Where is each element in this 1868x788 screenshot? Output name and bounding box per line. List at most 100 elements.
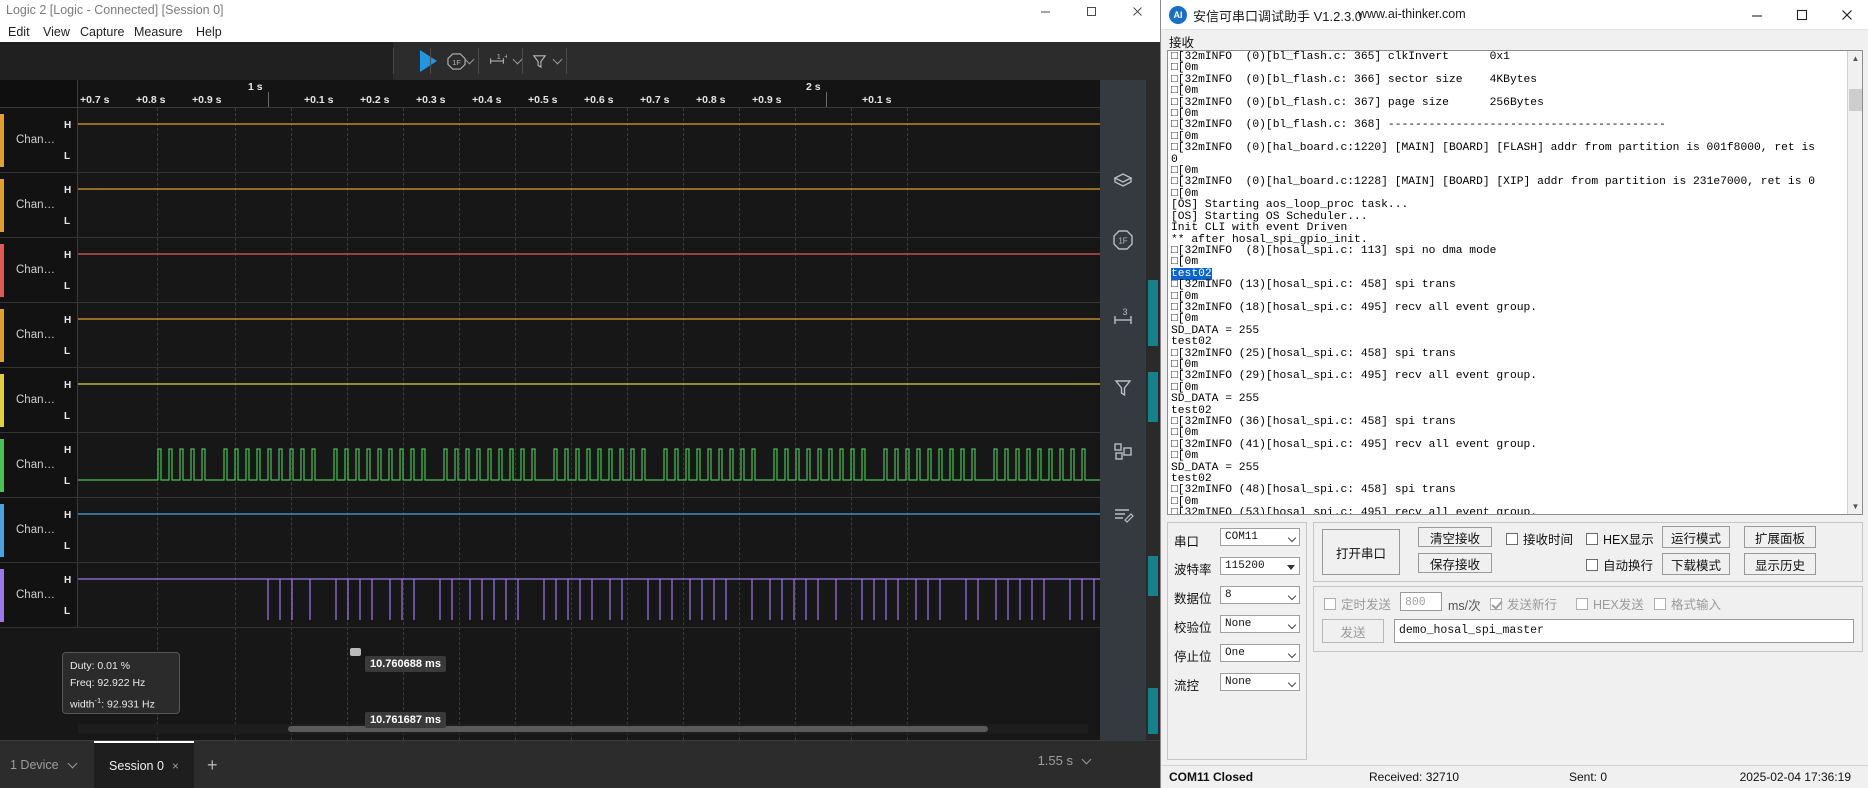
stopbits-select[interactable]: One xyxy=(1220,644,1300,662)
channel-name-label: Chan… xyxy=(16,458,55,471)
databits-label: 数据位 xyxy=(1174,592,1212,606)
channel-name-label: Chan… xyxy=(16,523,55,536)
close-icon[interactable] xyxy=(1114,0,1160,22)
send-newline-checkbox[interactable]: 发送新行 xyxy=(1490,594,1557,613)
send-text-input[interactable]: demo_hosal_spi_master xyxy=(1394,619,1854,643)
channel-color-indicator xyxy=(0,179,4,232)
minimap-strip[interactable] xyxy=(1146,80,1160,740)
port-select[interactable]: COM11 xyxy=(1220,528,1300,546)
channel-row[interactable]: Chan… H L xyxy=(0,238,1100,303)
maximize-icon[interactable] xyxy=(1779,0,1824,30)
parity-select[interactable]: None xyxy=(1220,615,1300,633)
channel-name-label: Chan… xyxy=(16,133,55,146)
channel-row[interactable]: Chan… H L xyxy=(0,368,1100,433)
hex-display-checkbox[interactable]: HEX显示 xyxy=(1586,529,1654,548)
log-line: □[0m xyxy=(1171,313,1199,326)
add-session-button[interactable]: + xyxy=(207,755,218,776)
send-interval-input[interactable]: 800 xyxy=(1400,592,1442,611)
tag-dropdown[interactable] xyxy=(548,46,562,76)
channel-gutter: Chan… H L xyxy=(0,563,78,628)
channel-row[interactable]: Chan… H L xyxy=(0,433,1100,498)
hex-send-checkbox[interactable]: HEX发送 xyxy=(1576,594,1644,613)
channel-row[interactable]: Chan… H L xyxy=(0,173,1100,238)
toolbar-divider xyxy=(393,48,394,74)
receive-textarea[interactable]: □[32mINFO (0)[bl_flash.c: 365] clkInvert… xyxy=(1167,50,1863,515)
send-button[interactable]: 发送 xyxy=(1322,619,1384,643)
log-line: SD_DATA = 255 xyxy=(1171,393,1260,406)
close-icon[interactable]: × xyxy=(172,759,179,773)
receive-scrollbar[interactable]: ▲ ▼ xyxy=(1847,51,1862,514)
run-mode-button[interactable]: 运行模式 xyxy=(1662,526,1730,548)
ruler-tick-label: +0.8 s xyxy=(696,94,726,106)
minimize-icon[interactable] xyxy=(1734,0,1779,30)
measurement-dropdown[interactable] xyxy=(508,46,522,76)
receive-scrollbar-thumb[interactable] xyxy=(1849,89,1862,111)
channel-name-label: Chan… xyxy=(16,328,55,341)
databits-select[interactable]: 8 xyxy=(1220,586,1300,604)
show-history-button[interactable]: 显示历史 xyxy=(1744,553,1816,575)
minimap-marker xyxy=(1148,688,1158,734)
expand-panel-button[interactable]: 扩展面板 xyxy=(1744,526,1816,548)
notes-icon[interactable] xyxy=(1111,502,1135,526)
channel-row[interactable]: Chan… H L xyxy=(0,563,1100,628)
auto-wrap-checkbox[interactable]: 自动换行 xyxy=(1586,555,1653,574)
flow-label: 流控 xyxy=(1174,679,1200,693)
timeline-ruler[interactable]: 1 s 2 s +0.7 s +0.8 s +0.9 s +0.1 s +0.2… xyxy=(0,80,1100,108)
maximize-icon[interactable] xyxy=(1068,0,1114,22)
capture-stack-icon[interactable] xyxy=(1111,168,1135,192)
menu-help[interactable]: Help xyxy=(196,24,222,40)
format-input-checkbox[interactable]: 格式输入 xyxy=(1654,594,1721,613)
channel-high-marker: H xyxy=(64,510,72,521)
menu-measure[interactable]: Measure xyxy=(134,24,183,40)
serial-titlebar: AI 安信可串口调试助手 V1.2.3.0 www.ai-thinker.com xyxy=(1161,0,1868,30)
channel-row[interactable]: Chan… H L xyxy=(0,498,1100,563)
selected-log-text: test02 xyxy=(1171,267,1212,280)
log-line: □[32mINFO (29)[hosal_spi.c: 495] recv al… xyxy=(1171,370,1538,383)
save-receive-button[interactable]: 保存接收 xyxy=(1418,553,1492,573)
svg-text:1: 1 xyxy=(497,52,501,61)
horizontal-scrollbar[interactable] xyxy=(78,724,1088,734)
scroll-down-icon[interactable]: ▼ xyxy=(1848,499,1862,514)
trigger-1f-icon[interactable]: 1F xyxy=(1111,228,1135,252)
annotations-icon[interactable] xyxy=(1111,376,1135,400)
channel-waveform xyxy=(78,108,1100,173)
minimize-icon[interactable] xyxy=(1022,0,1068,22)
channel-high-marker: H xyxy=(64,185,72,196)
trigger-dropdown[interactable] xyxy=(460,46,474,76)
download-mode-button[interactable]: 下载模式 xyxy=(1662,553,1730,575)
ruler-tick-label: +0.1 s xyxy=(304,94,334,106)
waveform-canvas[interactable]: Chan… H L Chan… H L Chan… H L Chan… H L Chan… H L Chan…… xyxy=(0,108,1100,740)
channel-name-label: Chan… xyxy=(16,588,55,601)
timed-send-checkbox[interactable]: 定时发送 xyxy=(1324,594,1391,613)
channel-row[interactable]: Chan… H L xyxy=(0,108,1100,173)
device-selector[interactable]: 1 Device xyxy=(0,749,86,781)
tab-session-0[interactable]: Session 0 × xyxy=(94,741,194,788)
open-port-button[interactable]: 打开串口 xyxy=(1322,529,1400,575)
measurements-icon[interactable]: 3 xyxy=(1111,306,1135,330)
cursor-drag-handle[interactable] xyxy=(350,648,361,656)
flow-select[interactable]: None xyxy=(1220,673,1300,691)
channel-gutter: Chan… H L xyxy=(0,368,78,433)
dropdown-arrow-icon xyxy=(1287,565,1295,570)
analyzers-icon[interactable] xyxy=(1111,440,1135,464)
log-line: □[0m xyxy=(1171,85,1199,98)
measure-icon: 1 + xyxy=(490,51,507,64)
log-line: □[0m xyxy=(1171,256,1199,269)
session-tab-label: Session 0 xyxy=(109,759,164,773)
serial-website-url: www.ai-thinker.com xyxy=(1358,7,1466,21)
channel-row[interactable]: Chan… H L xyxy=(0,303,1100,368)
log-line: [OS] Starting aos_loop_proc task... xyxy=(1171,199,1409,212)
scroll-up-icon[interactable]: ▲ xyxy=(1848,51,1862,66)
baud-select[interactable]: 115200 xyxy=(1220,557,1300,575)
menu-view[interactable]: View xyxy=(43,24,70,40)
channel-low-marker: L xyxy=(64,606,71,617)
channel-waveform xyxy=(78,173,1100,238)
menu-edit[interactable]: Edit xyxy=(8,24,30,40)
clear-receive-button[interactable]: 清空接收 xyxy=(1418,527,1492,547)
close-icon[interactable] xyxy=(1824,0,1868,30)
menu-capture[interactable]: Capture xyxy=(80,24,124,40)
channel-gutter: Chan… H L xyxy=(0,433,78,498)
recv-time-checkbox[interactable]: 接收时间 xyxy=(1506,529,1573,548)
zoom-level-selector[interactable]: 1.55 s xyxy=(1038,753,1092,768)
chevron-down-icon xyxy=(512,54,522,64)
